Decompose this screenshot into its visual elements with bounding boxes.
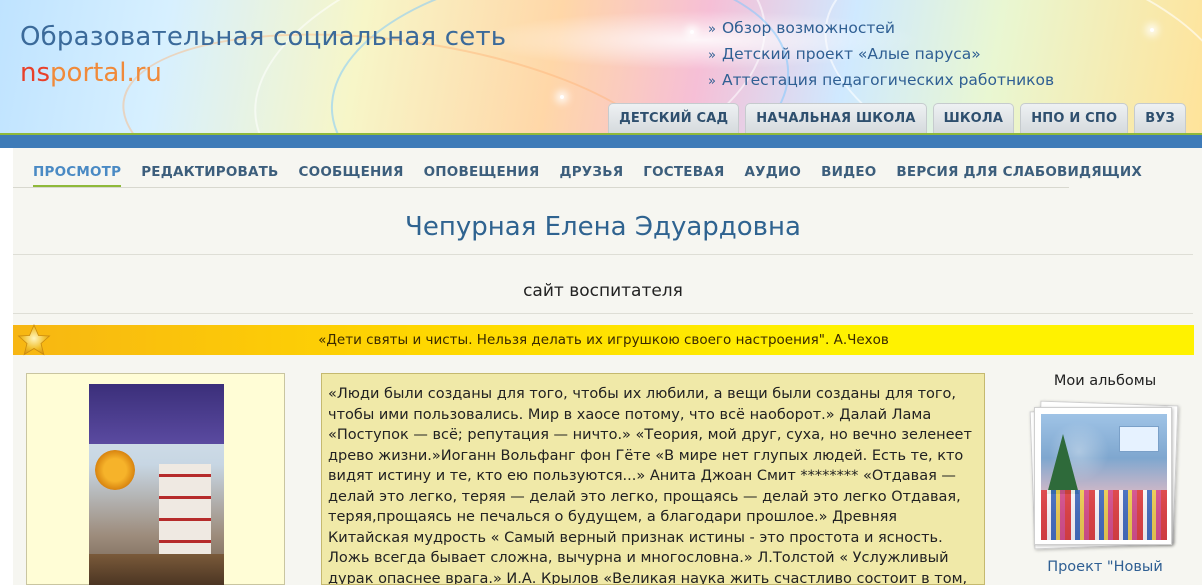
nav-guestbook[interactable]: ГОСТЕВАЯ xyxy=(643,164,724,188)
bullet-icon: » xyxy=(708,48,716,63)
nav-video[interactable]: ВИДЕО xyxy=(821,164,876,188)
page-title: Чепурная Елена Эдуардовна xyxy=(405,212,801,242)
tab-university[interactable]: ВУЗ xyxy=(1134,103,1186,133)
tab-kindergarten[interactable]: ДЕТСКИЙ САД xyxy=(608,103,740,133)
logo-ns: ns xyxy=(20,58,51,88)
site-title[interactable]: Образовательная социальная сеть xyxy=(20,22,506,52)
tab-vocational[interactable]: НПО И СПО xyxy=(1020,103,1129,133)
sparkle-icon xyxy=(690,30,694,34)
nav-view[interactable]: ПРОСМОТР xyxy=(33,164,122,188)
logo-domain: portal.ru xyxy=(50,58,162,88)
divider xyxy=(13,254,1193,255)
divider xyxy=(13,313,1193,314)
tab-school[interactable]: ШКОЛА xyxy=(932,103,1015,133)
about-text-panel: «Люди были созданы для того, чтобы их лю… xyxy=(321,373,985,585)
bullet-icon: » xyxy=(708,22,716,37)
albums-panel: Мои альбомы Проект "Новый xyxy=(1019,373,1191,585)
album-thumbnail[interactable] xyxy=(1029,400,1179,550)
sun-decoration-icon xyxy=(95,450,135,490)
tab-primary-school[interactable]: НАЧАЛЬНАЯ ШКОЛА xyxy=(745,103,927,133)
site-header: Образовательная социальная сеть nsportal… xyxy=(0,0,1202,133)
nav-edit[interactable]: РЕДАКТИРОВАТЬ xyxy=(141,164,278,188)
quote-banner: «Дети святы и чисты. Нельзя делать их иг… xyxy=(13,323,1194,356)
sparkle-icon xyxy=(560,95,564,99)
sparkle-icon xyxy=(1150,28,1154,32)
page-subtitle: сайт воспитателя xyxy=(523,281,683,301)
christmas-tree-icon xyxy=(1047,434,1079,494)
album-link[interactable]: Проект "Новый xyxy=(1019,559,1191,575)
nav-notifications[interactable]: ОПОВЕЩЕНИЯ xyxy=(424,164,540,188)
album-cover xyxy=(1041,414,1167,540)
avatar[interactable] xyxy=(89,384,224,585)
nav-friends[interactable]: ДРУЗЬЯ xyxy=(559,164,623,188)
header-bar xyxy=(0,133,1202,148)
site-logo[interactable]: nsportal.ru xyxy=(20,58,162,88)
bullet-icon: » xyxy=(708,74,716,89)
nav-divider xyxy=(13,187,1069,188)
nav-accessibility[interactable]: ВЕРСИЯ ДЛЯ СЛАБОВИДЯЩИХ xyxy=(896,164,1142,188)
nav-messages[interactable]: СООБЩЕНИЯ xyxy=(299,164,404,188)
section-tabs: ДЕТСКИЙ САД НАЧАЛЬНАЯ ШКОЛА ШКОЛА НПО И … xyxy=(608,103,1186,133)
nav-audio[interactable]: АУДИО xyxy=(744,164,801,188)
avatar-panel xyxy=(26,373,285,585)
profile-page: ПРОСМОТР РЕДАКТИРОВАТЬ СООБЩЕНИЯ ОПОВЕЩЕ… xyxy=(13,148,1202,585)
quote-text: «Дети святы и чисты. Нельзя делать их иг… xyxy=(318,332,889,348)
link-attestation[interactable]: » Аттестация педагогических работников xyxy=(708,68,1054,94)
header-links: » Обзор возможностей » Детский проект «Алы… xyxy=(708,16,1054,94)
link-kids-project[interactable]: » Детский проект «Алые паруса» xyxy=(708,42,1054,68)
about-text: «Люди были созданы для того, чтобы их лю… xyxy=(328,386,972,585)
link-features[interactable]: » Обзор возможностей xyxy=(708,16,1054,42)
albums-title: Мои альбомы xyxy=(1053,373,1157,389)
profile-nav: ПРОСМОТР РЕДАКТИРОВАТЬ СООБЩЕНИЯ ОПОВЕЩЕ… xyxy=(33,164,1142,188)
